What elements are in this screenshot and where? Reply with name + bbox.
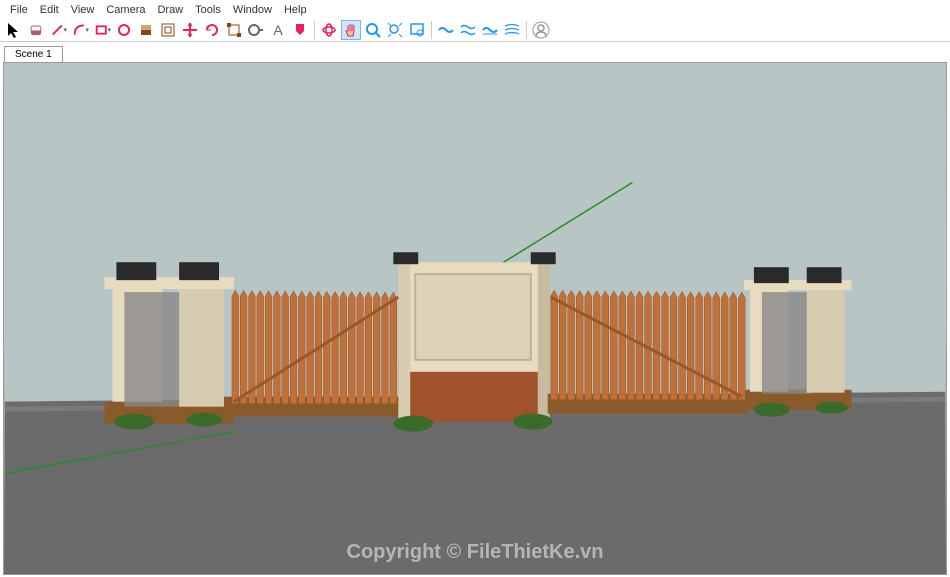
- eraser-tool[interactable]: [26, 20, 46, 40]
- arc-tool[interactable]: ▾: [70, 20, 90, 40]
- move-tool[interactable]: [180, 20, 200, 40]
- menu-edit[interactable]: Edit: [34, 2, 65, 16]
- menu-draw[interactable]: Draw: [151, 2, 189, 16]
- tape-tool[interactable]: [246, 20, 266, 40]
- menu-file[interactable]: File: [4, 2, 34, 16]
- zoomwin-tool[interactable]: [407, 20, 427, 40]
- pillar-left: [104, 262, 233, 423]
- scene-svg: [4, 63, 946, 574]
- menu-camera[interactable]: Camera: [100, 2, 151, 16]
- zoom-tool[interactable]: [363, 20, 383, 40]
- 3d-viewport[interactable]: FileThiếtKế.vn: [3, 62, 947, 575]
- menu-window[interactable]: Window: [227, 2, 278, 16]
- ext3-tool[interactable]: [480, 20, 500, 40]
- scene-tabs: Scene 1: [0, 42, 950, 62]
- ext4-tool[interactable]: [502, 20, 522, 40]
- menubar: FileEditViewCameraDrawToolsWindowHelp: [0, 0, 950, 18]
- orbit-tool[interactable]: [319, 20, 339, 40]
- pan-tool[interactable]: [341, 20, 361, 40]
- toolbar: ▾▾▾A: [0, 18, 950, 42]
- select-tool[interactable]: [4, 20, 24, 40]
- text-tool[interactable]: A: [268, 20, 288, 40]
- rect-tool[interactable]: ▾: [92, 20, 112, 40]
- paint-tool[interactable]: [290, 20, 310, 40]
- menu-help[interactable]: Help: [278, 2, 313, 16]
- pillar-right: [742, 267, 852, 409]
- ext1-tool[interactable]: [436, 20, 456, 40]
- menu-tools[interactable]: Tools: [189, 2, 227, 16]
- ext2-tool[interactable]: [458, 20, 478, 40]
- scale-tool[interactable]: [224, 20, 244, 40]
- zoomext-tool[interactable]: [385, 20, 405, 40]
- rotate-tool[interactable]: [202, 20, 222, 40]
- user-tool[interactable]: [531, 20, 551, 40]
- line-tool[interactable]: ▾: [48, 20, 68, 40]
- center-sign: [393, 252, 555, 426]
- offset-tool[interactable]: [158, 20, 178, 40]
- svg-text:A: A: [273, 22, 283, 38]
- circle-tool[interactable]: [114, 20, 134, 40]
- scene-tab[interactable]: Scene 1: [4, 46, 63, 62]
- center-watermark: Copyright © FileThietKe.vn: [347, 541, 604, 564]
- menu-view[interactable]: View: [65, 2, 101, 16]
- push-tool[interactable]: [136, 20, 156, 40]
